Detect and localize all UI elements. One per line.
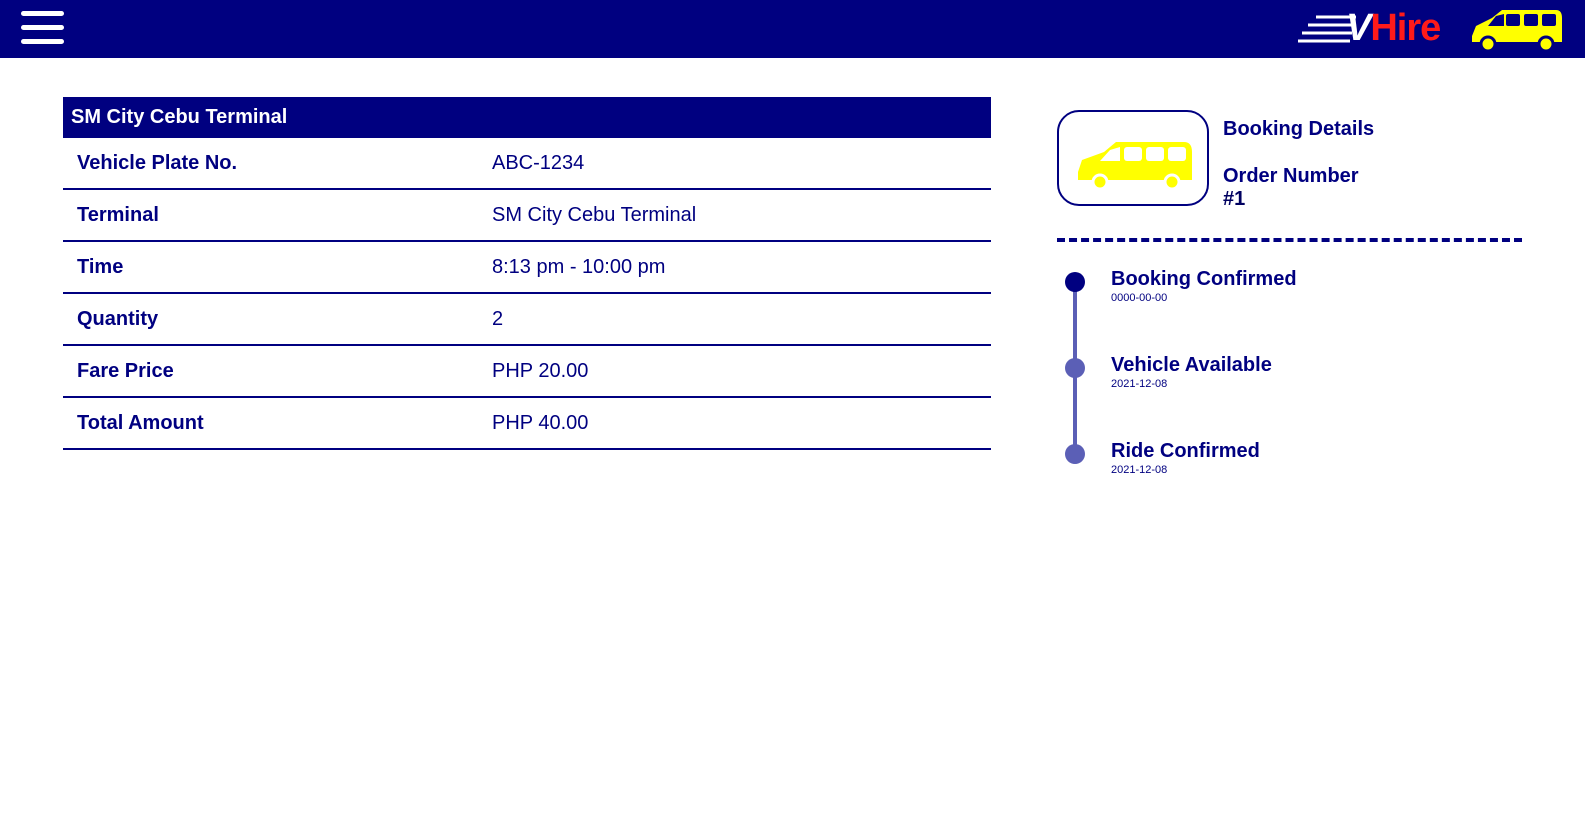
timeline-dot: [1065, 444, 1085, 464]
detail-row: Quantity 2: [63, 294, 991, 346]
timeline-step-title: Booking Confirmed: [1111, 268, 1297, 290]
brand-v: V: [1346, 7, 1371, 49]
top-bar: VHire: [0, 0, 1585, 58]
detail-label: Total Amount: [77, 412, 204, 434]
timeline-step-title: Ride Confirmed: [1111, 440, 1260, 462]
dashed-divider: [1057, 238, 1522, 242]
hamburger-menu-icon[interactable]: [21, 10, 65, 46]
timeline-dot: [1065, 272, 1085, 292]
timeline-step-date: 0000-00-00: [1111, 292, 1168, 304]
detail-row: Time 8:13 pm - 10:00 pm: [63, 242, 991, 294]
timeline-dot: [1065, 358, 1085, 378]
detail-label: Time: [77, 256, 124, 278]
booking-icon-box: [1057, 110, 1209, 206]
detail-value: 8:13 pm - 10:00 pm: [492, 256, 666, 278]
detail-label: Vehicle Plate No.: [77, 152, 238, 174]
booking-details-title: Booking Details: [1223, 118, 1375, 140]
brand-name: VHire: [1346, 6, 1441, 50]
terminal-heading: SM City Cebu Terminal: [63, 97, 991, 138]
timeline-step-date: 2021-12-08: [1111, 464, 1168, 476]
order-number-value: #1: [1223, 188, 1246, 210]
brand-van-icon: [1472, 10, 1562, 52]
detail-value: SM City Cebu Terminal: [492, 204, 697, 226]
detail-value: PHP 40.00: [492, 412, 589, 434]
van-icon: [1078, 142, 1192, 190]
order-number-label: Order Number: [1223, 165, 1359, 187]
detail-label: Fare Price: [77, 360, 174, 382]
detail-row: Total Amount PHP 40.00: [63, 398, 991, 450]
brand-hire: Hire: [1370, 7, 1441, 49]
timeline-step-title: Vehicle Available: [1111, 354, 1272, 376]
detail-value: PHP 20.00: [492, 360, 589, 382]
detail-value: ABC-1234: [492, 152, 585, 174]
detail-row: Vehicle Plate No. ABC-1234: [63, 138, 991, 190]
detail-value: 2: [492, 308, 504, 330]
detail-label: Terminal: [77, 204, 159, 226]
booking-details-table: SM City Cebu Terminal Vehicle Plate No. …: [63, 97, 991, 450]
timeline-step-date: 2021-12-08: [1111, 378, 1168, 390]
detail-row: Fare Price PHP 20.00: [63, 346, 991, 398]
detail-row: Terminal SM City Cebu Terminal: [63, 190, 991, 242]
brand-logo: VHire: [1298, 4, 1563, 54]
detail-label: Quantity: [77, 308, 159, 330]
